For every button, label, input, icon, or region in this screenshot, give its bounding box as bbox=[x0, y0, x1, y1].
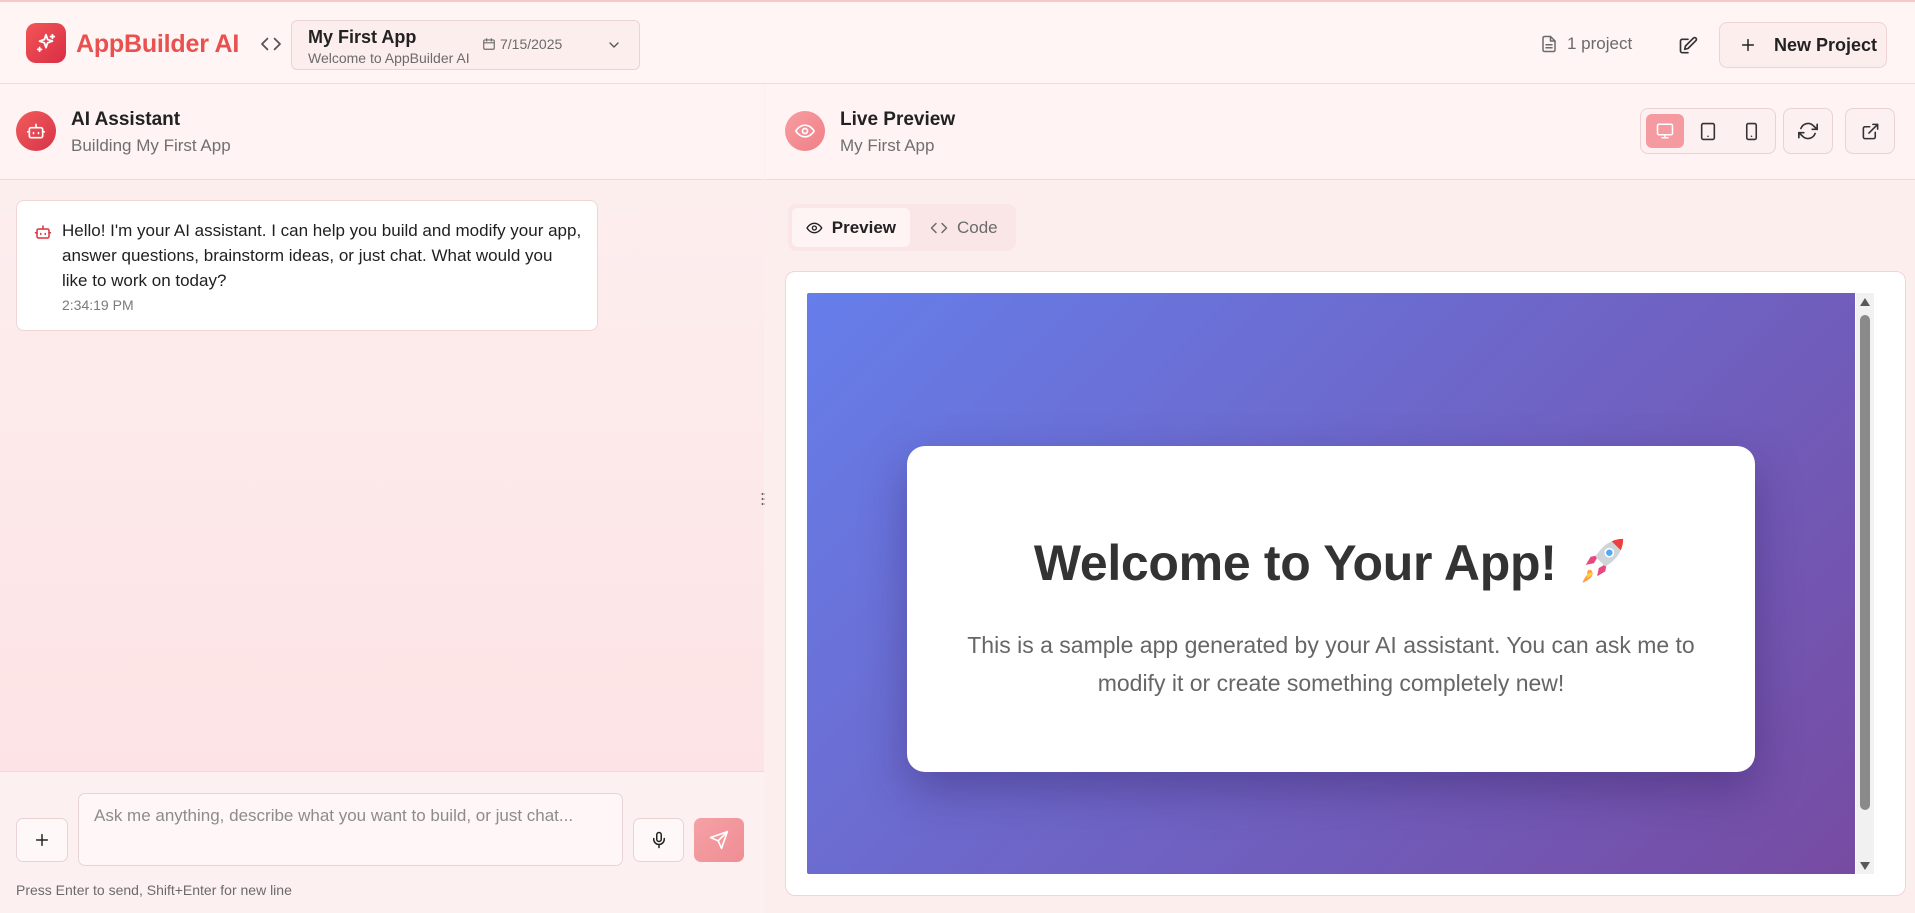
sparkles-icon bbox=[36, 33, 56, 53]
calendar-icon bbox=[483, 38, 495, 50]
new-project-label: New Project bbox=[1774, 34, 1878, 55]
refresh-icon bbox=[1798, 122, 1818, 140]
brand-name: AppBuilder AI bbox=[76, 30, 240, 58]
monitor-icon bbox=[1656, 123, 1674, 139]
tab-preview[interactable]: Preview bbox=[792, 208, 910, 247]
chat-input-area: Press Enter to send, Shift+Enter for new… bbox=[0, 771, 764, 913]
app-heading-text: Welcome to Your App! bbox=[1033, 535, 1557, 591]
assistant-avatar bbox=[16, 111, 56, 151]
tab-code[interactable]: Code bbox=[916, 208, 1012, 247]
input-hint: Press Enter to send, Shift+Enter for new… bbox=[16, 882, 292, 898]
message-timestamp: 2:34:19 PM bbox=[62, 297, 134, 313]
eye-icon bbox=[806, 222, 823, 233]
preview-subtitle: My First App bbox=[840, 136, 935, 155]
microphone-icon bbox=[652, 831, 665, 849]
tablet-view-button[interactable] bbox=[1689, 114, 1727, 148]
project-date-text: 7/15/2025 bbox=[500, 36, 563, 52]
attach-button[interactable] bbox=[16, 818, 68, 862]
app-description: This is a sample app generated by your A… bbox=[967, 632, 1695, 696]
chevron-down-icon bbox=[606, 37, 622, 53]
preview-scrollbar[interactable] bbox=[1856, 293, 1874, 874]
voice-input-button[interactable] bbox=[633, 818, 684, 862]
assistant-subtitle: Building My First App bbox=[71, 136, 231, 155]
preview-avatar bbox=[785, 111, 825, 151]
send-button[interactable] bbox=[694, 818, 744, 862]
preview-title: Live Preview bbox=[840, 109, 956, 130]
preview-tabs: Preview Code bbox=[788, 204, 1016, 251]
mobile-view-button[interactable] bbox=[1732, 114, 1770, 148]
assistant-header: AI Assistant Building My First App bbox=[0, 84, 764, 180]
assistant-title: AI Assistant bbox=[71, 109, 181, 130]
plus-icon bbox=[1741, 38, 1755, 52]
eye-icon bbox=[795, 124, 815, 138]
desktop-view-button[interactable] bbox=[1646, 114, 1684, 148]
tab-code-label: Code bbox=[957, 217, 998, 237]
project-selector[interactable]: My First App Welcome to AppBuilder AI 7/… bbox=[291, 20, 640, 70]
preview-header: Live Preview My First App bbox=[765, 84, 1915, 180]
scroll-down-arrow-icon[interactable] bbox=[1859, 861, 1871, 871]
bot-icon bbox=[26, 123, 46, 139]
plus-icon bbox=[35, 833, 49, 847]
device-switcher bbox=[1640, 108, 1776, 154]
logo[interactable] bbox=[26, 23, 66, 63]
scroll-up-arrow-icon[interactable] bbox=[1859, 297, 1871, 307]
file-icon bbox=[1542, 35, 1556, 53]
bot-icon bbox=[34, 225, 52, 239]
send-icon bbox=[709, 830, 729, 850]
project-subtitle: Welcome to AppBuilder AI bbox=[308, 50, 470, 66]
tab-preview-label: Preview bbox=[831, 217, 896, 237]
assistant-panel: AI Assistant Building My First App Hello… bbox=[0, 84, 764, 913]
external-link-icon bbox=[1862, 123, 1878, 139]
edit-button[interactable] bbox=[1674, 32, 1702, 60]
assistant-message: Hello! I'm your AI assistant. I can help… bbox=[16, 200, 598, 331]
smartphone-icon bbox=[1745, 122, 1757, 140]
tablet-icon bbox=[1700, 122, 1716, 140]
project-date: 7/15/2025 bbox=[482, 36, 562, 52]
code-icon bbox=[930, 222, 948, 233]
message-text: Hello! I'm your AI assistant. I can help… bbox=[62, 221, 582, 290]
preview-frame: Welcome to Your App! This is a sample ap… bbox=[785, 271, 1906, 896]
refresh-button[interactable] bbox=[1783, 108, 1833, 154]
edit-icon bbox=[1679, 36, 1698, 54]
app-heading: Welcome to Your App! bbox=[907, 534, 1755, 592]
preview-panel: Live Preview My First App Preview Code W… bbox=[765, 84, 1915, 913]
open-external-button[interactable] bbox=[1845, 108, 1895, 154]
chat-messages[interactable]: Hello! I'm your AI assistant. I can help… bbox=[0, 180, 764, 771]
project-name: My First App bbox=[308, 27, 417, 47]
new-project-button[interactable]: New Project bbox=[1719, 22, 1887, 68]
code-view-toggle[interactable] bbox=[258, 33, 284, 55]
chat-input[interactable] bbox=[78, 793, 623, 866]
app-header: AppBuilder AI My First App Welcome to Ap… bbox=[0, 2, 1915, 84]
app-preview-canvas[interactable]: Welcome to Your App! This is a sample ap… bbox=[807, 293, 1855, 874]
code-icon bbox=[261, 37, 281, 51]
project-count-text: 1 project bbox=[1567, 34, 1633, 53]
project-count: 1 project bbox=[1540, 34, 1632, 54]
rocket-icon bbox=[1582, 538, 1624, 583]
app-welcome-card: Welcome to Your App! This is a sample ap… bbox=[907, 446, 1755, 772]
scrollbar-thumb[interactable] bbox=[1860, 315, 1870, 810]
